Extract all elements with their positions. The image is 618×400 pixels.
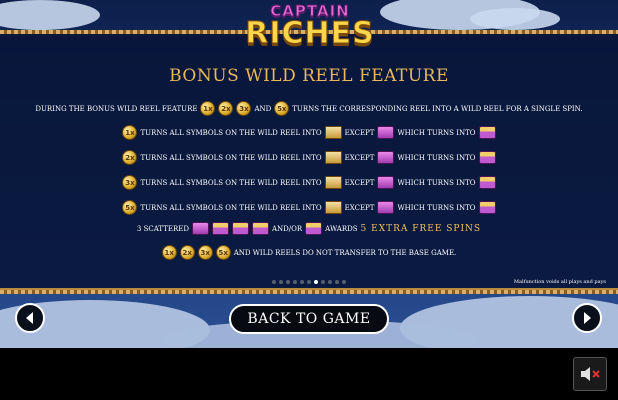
wild-chest-5x-icon bbox=[305, 222, 323, 235]
wild-chest-icon bbox=[212, 222, 229, 235]
wild-chest-3x-icon bbox=[252, 222, 269, 235]
page-dot[interactable] bbox=[293, 280, 297, 284]
bottom-rope-border bbox=[0, 290, 618, 294]
wild-chest-3x-icon bbox=[478, 176, 496, 189]
wild-symbol-icon bbox=[324, 126, 342, 139]
rule-which: WHICH TURNS INTO bbox=[397, 128, 476, 137]
scatter-prefix: 3 SCATTERED bbox=[136, 224, 189, 233]
rule-except: EXCEPT bbox=[344, 128, 375, 137]
rule-text: TURNS ALL SYMBOLS ON THE WILD REEL INTO bbox=[140, 178, 322, 187]
wild-3x-symbol-icon bbox=[324, 176, 342, 189]
extra-spins-highlight: 5 EXTRA FREE SPINS bbox=[360, 223, 482, 234]
intro-and: AND bbox=[254, 104, 272, 113]
page-dot[interactable] bbox=[321, 280, 325, 284]
intro-prefix: DURING THE BONUS WILD REEL FEATURE bbox=[35, 104, 198, 113]
rule-except: EXCEPT bbox=[344, 178, 375, 187]
scatter-andor: AND/OR bbox=[272, 224, 303, 233]
wild-chest-icon bbox=[478, 126, 496, 139]
wild-chest-2x-icon bbox=[478, 151, 496, 164]
wild-chest-5x-icon bbox=[478, 201, 496, 214]
coin-2x-icon: 2x bbox=[218, 101, 234, 116]
back-to-game-button[interactable]: BACK TO GAME bbox=[229, 304, 389, 334]
rule-row: 3x TURNS ALL SYMBOLS ON THE WILD REEL IN… bbox=[0, 175, 618, 190]
rule-except: EXCEPT bbox=[344, 203, 375, 212]
rule-which: WHICH TURNS INTO bbox=[397, 203, 476, 212]
coin-1x-icon: 1x bbox=[161, 245, 177, 260]
page-dot[interactable] bbox=[272, 280, 276, 284]
page-dot[interactable] bbox=[335, 280, 339, 284]
coin-2x-icon: 2x bbox=[122, 150, 138, 165]
rule-row: 5x TURNS ALL SYMBOLS ON THE WILD REEL IN… bbox=[0, 200, 618, 215]
rule-row: 2x TURNS ALL SYMBOLS ON THE WILD REEL IN… bbox=[0, 150, 618, 165]
next-page-button[interactable] bbox=[572, 303, 602, 333]
page-dot[interactable] bbox=[314, 280, 318, 284]
coin-2x-icon: 2x bbox=[179, 245, 195, 260]
right-arrow-icon bbox=[584, 312, 591, 324]
left-arrow-icon bbox=[26, 312, 33, 324]
page-dot[interactable] bbox=[328, 280, 332, 284]
rule-which: WHICH TURNS INTO bbox=[397, 153, 476, 162]
disclaimer-text: Malfunction voids all plays and pays bbox=[513, 279, 606, 285]
treasure-chest-icon bbox=[377, 176, 395, 189]
game-logo: CAPTAIN RICHES bbox=[245, 2, 375, 64]
treasure-chest-icon bbox=[377, 126, 395, 139]
page-dot[interactable] bbox=[279, 280, 283, 284]
page-dot[interactable] bbox=[307, 280, 311, 284]
coin-5x-icon: 5x bbox=[122, 200, 138, 215]
rule-which: WHICH TURNS INTO bbox=[397, 178, 476, 187]
coin-1x-icon: 1x bbox=[122, 125, 138, 140]
page-dot[interactable] bbox=[342, 280, 346, 284]
treasure-chest-icon bbox=[377, 201, 395, 214]
intro-suffix: TURNS THE CORRESPONDING REEL INTO A WILD… bbox=[292, 104, 583, 113]
treasure-chest-icon bbox=[377, 151, 395, 164]
rule-row: 1x TURNS ALL SYMBOLS ON THE WILD REEL IN… bbox=[0, 125, 618, 140]
wild-chest-2x-icon bbox=[232, 222, 249, 235]
page-dot[interactable] bbox=[286, 280, 290, 284]
sound-toggle-button[interactable] bbox=[573, 357, 607, 391]
intro-line: DURING THE BONUS WILD REEL FEATURE 1x 2x… bbox=[0, 101, 618, 116]
scatter-awards: AWARDS bbox=[325, 224, 358, 233]
rule-text: TURNS ALL SYMBOLS ON THE WILD REEL INTO bbox=[140, 153, 322, 162]
coin-5x-icon: 5x bbox=[215, 245, 231, 260]
coin-3x-icon: 3x bbox=[236, 101, 252, 116]
coin-3x-icon: 3x bbox=[197, 245, 213, 260]
rule-text: TURNS ALL SYMBOLS ON THE WILD REEL INTO bbox=[140, 128, 322, 137]
coin-3x-icon: 3x bbox=[122, 175, 138, 190]
scatter-line: 3 SCATTERED AND/OR AWARDS 5 EXTRA FREE S… bbox=[0, 222, 618, 235]
rule-except: EXCEPT bbox=[344, 153, 375, 162]
logo-line2: RICHES bbox=[245, 16, 375, 52]
sound-muted-icon bbox=[581, 367, 600, 381]
coin-1x-icon: 1x bbox=[200, 101, 216, 116]
treasure-chest-icon bbox=[192, 222, 209, 235]
note-line: 1x 2x 3x 5x AND WILD REELS DO NOT TRANSF… bbox=[0, 245, 618, 260]
rule-text: TURNS ALL SYMBOLS ON THE WILD REEL INTO bbox=[140, 203, 322, 212]
note-text: AND WILD REELS DO NOT TRANSFER TO THE BA… bbox=[233, 248, 457, 257]
wild-2x-symbol-icon bbox=[324, 151, 342, 164]
page-dot[interactable] bbox=[300, 280, 304, 284]
wild-5x-symbol-icon bbox=[324, 201, 342, 214]
prev-page-button[interactable] bbox=[15, 303, 45, 333]
coin-5x-icon: 5x bbox=[274, 101, 290, 116]
feature-title: BONUS WILD REEL FEATURE bbox=[169, 66, 449, 86]
